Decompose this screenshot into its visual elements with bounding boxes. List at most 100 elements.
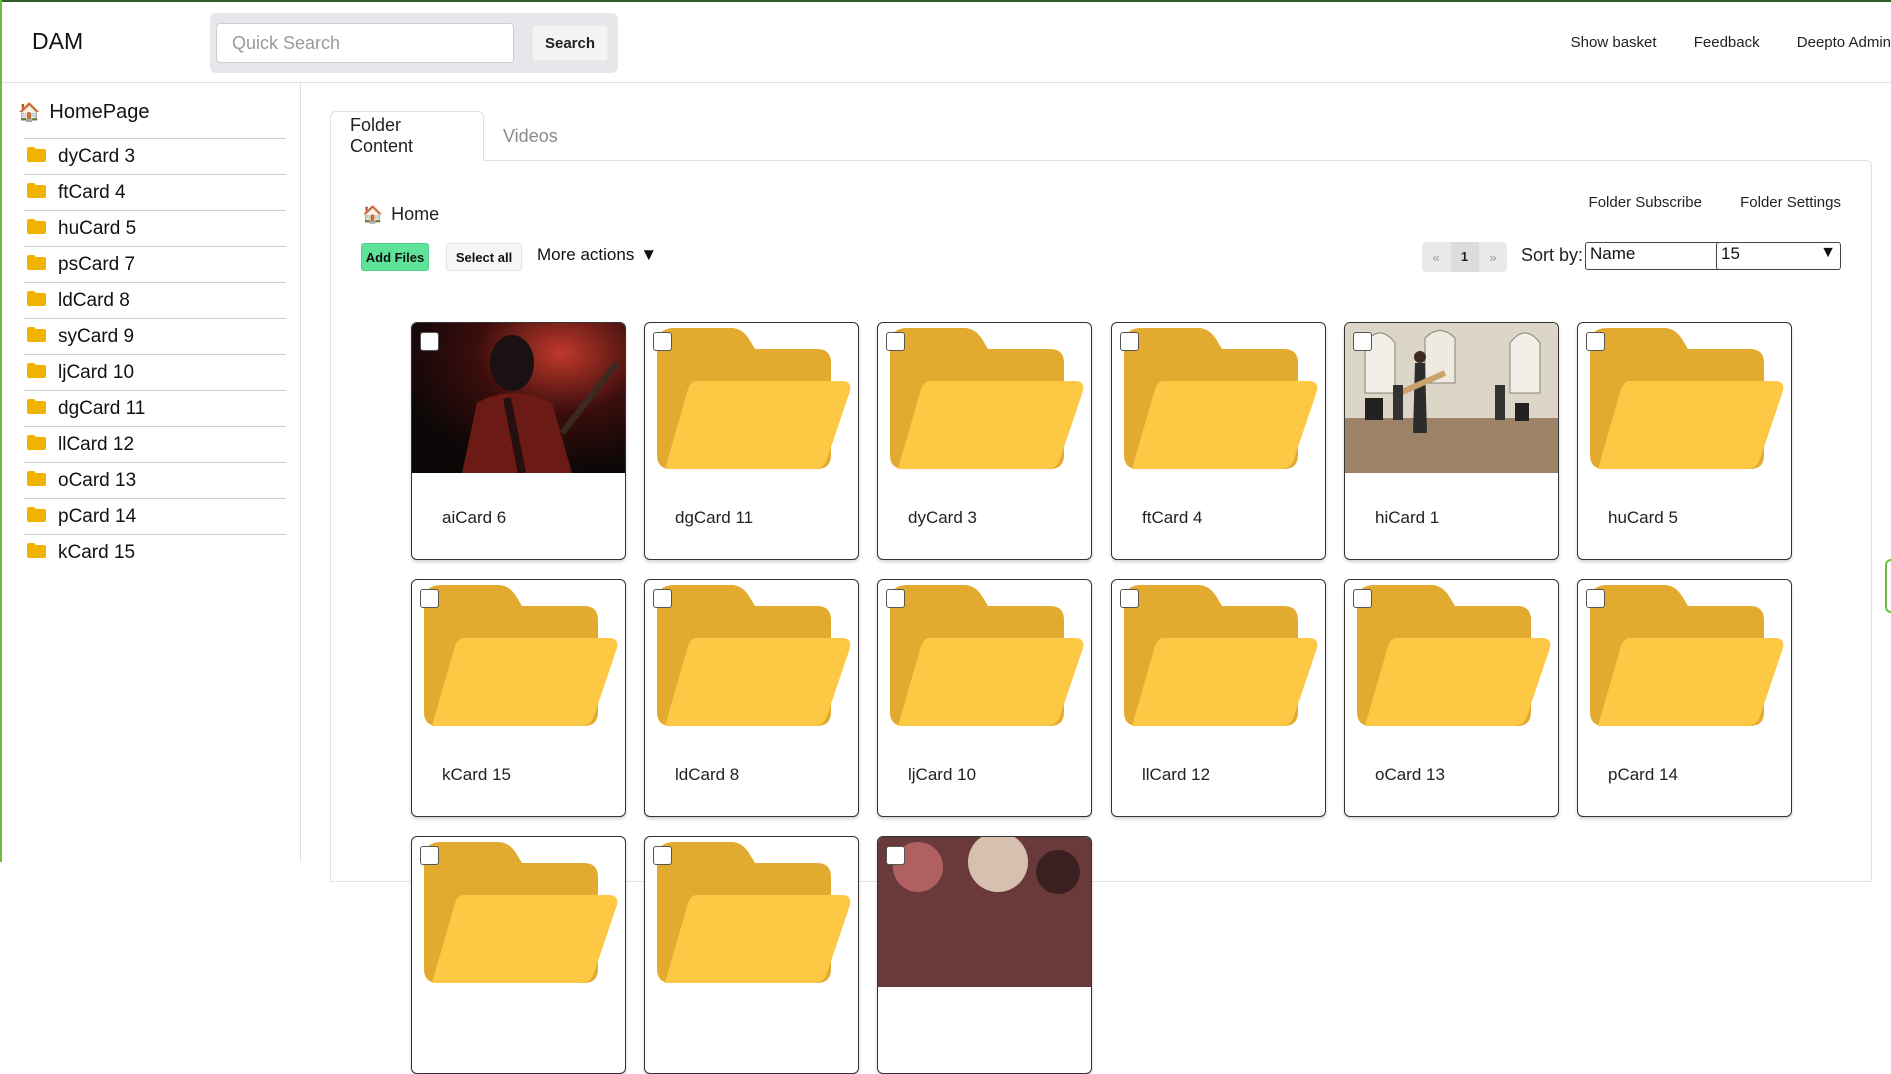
folder-icon (27, 362, 46, 384)
folder-card[interactable] (411, 836, 626, 1074)
folder-icon (27, 254, 46, 276)
card-label: ftCard 4 (1142, 508, 1203, 527)
sidebar-folder-item[interactable]: dgCard 11 (24, 390, 286, 426)
folder-icon (412, 580, 625, 730)
select-checkbox[interactable] (1120, 589, 1139, 608)
select-all-button[interactable]: Select all (446, 243, 522, 271)
folder-icon (27, 290, 46, 312)
select-checkbox[interactable] (1353, 332, 1372, 351)
next-page-button[interactable]: » (1479, 250, 1507, 265)
card-label: pCard 14 (1608, 765, 1678, 784)
sidebar-folder-label: ldCard 8 (58, 289, 130, 311)
select-checkbox[interactable] (653, 589, 672, 608)
folder-card[interactable]: pCard 14 (1577, 579, 1792, 817)
folder-icon (412, 837, 625, 987)
card-label: dgCard 11 (675, 508, 754, 527)
search-bar: Search (210, 13, 618, 73)
select-checkbox[interactable] (653, 846, 672, 865)
select-checkbox[interactable] (886, 332, 905, 351)
select-checkbox[interactable] (420, 846, 439, 865)
select-checkbox[interactable] (1586, 332, 1605, 351)
page-size-select[interactable]: 15 ▼ (1716, 242, 1841, 270)
folder-icon (27, 398, 46, 420)
folder-icon (645, 323, 858, 473)
card-label: llCard 12 (1142, 765, 1211, 784)
sidebar-folder-item[interactable]: dyCard 3 (24, 138, 286, 174)
folder-card[interactable]: ftCard 4 (1111, 322, 1326, 560)
select-checkbox[interactable] (420, 332, 439, 351)
select-checkbox[interactable] (1120, 332, 1139, 351)
sidebar-folder-item[interactable]: pCard 14 (24, 498, 286, 534)
user-menu[interactable]: Deepto Admin (1797, 34, 1891, 51)
select-checkbox[interactable] (886, 589, 905, 608)
sidebar-folder-item[interactable]: kCard 15 (24, 534, 286, 570)
breadcrumb[interactable]: 🏠 Home (362, 204, 439, 225)
tab-folder-content[interactable]: Folder Content (330, 111, 484, 161)
folder-subscribe-link[interactable]: Folder Subscribe (1589, 194, 1702, 211)
sidebar-folder-label: syCard 9 (58, 325, 135, 347)
folder-icon (1578, 323, 1791, 473)
folder-icon (1578, 580, 1791, 730)
asset-card[interactable] (877, 836, 1092, 1074)
folder-icon (27, 470, 46, 492)
folder-icon (878, 580, 1091, 730)
sidebar-folder-item[interactable]: huCard 5 (24, 210, 286, 246)
sidebar-folder-item[interactable]: syCard 9 (24, 318, 286, 354)
search-button[interactable]: Search (532, 25, 608, 61)
card-label: dyCard 3 (908, 508, 977, 527)
sidebar-folder-label: psCard 7 (58, 253, 136, 275)
sidebar-folder-label: kCard 15 (58, 541, 136, 563)
sidebar-folder-label: llCard 12 (58, 433, 135, 455)
search-input[interactable] (216, 23, 514, 63)
select-checkbox[interactable] (1586, 589, 1605, 608)
folder-icon (1112, 323, 1325, 473)
chevron-down-icon: ▼ (1820, 244, 1836, 261)
folder-icon (1345, 580, 1558, 730)
folder-card[interactable]: dyCard 3 (877, 322, 1092, 560)
select-checkbox[interactable] (420, 589, 439, 608)
card-label: huCard 5 (1608, 508, 1678, 527)
folder-card[interactable] (644, 836, 859, 1074)
folder-card[interactable]: huCard 5 (1577, 322, 1792, 560)
sidebar-folder-item[interactable]: ftCard 4 (24, 174, 286, 210)
feedback-link[interactable]: Feedback (1694, 34, 1760, 51)
folder-card[interactable]: llCard 12 (1111, 579, 1326, 817)
card-label: aiCard 6 (442, 508, 507, 527)
asset-card[interactable]: hiCard 1 (1344, 322, 1559, 560)
folder-card[interactable]: dgCard 11 (644, 322, 859, 560)
folder-card[interactable]: ldCard 8 (644, 579, 859, 817)
sidebar-folder-item[interactable]: psCard 7 (24, 246, 286, 282)
folder-card[interactable]: ljCard 10 (877, 579, 1092, 817)
pagination: « 1 » (1422, 242, 1507, 272)
breadcrumb-home[interactable]: Home (391, 204, 439, 225)
brand-logo[interactable]: DAM (32, 28, 83, 55)
sidebar-home-label: HomePage (49, 101, 150, 123)
select-checkbox[interactable] (886, 846, 905, 865)
folder-settings-link[interactable]: Folder Settings (1740, 194, 1841, 211)
caret-down-icon: ▼ (640, 245, 658, 264)
prev-page-button[interactable]: « (1422, 250, 1450, 265)
sidebar-folder-item[interactable]: ljCard 10 (24, 354, 286, 390)
scroll-handle[interactable] (1885, 559, 1891, 613)
sidebar-folder-label: dgCard 11 (58, 397, 146, 419)
asset-card[interactable]: aiCard 6 (411, 322, 626, 560)
select-checkbox[interactable] (1353, 589, 1372, 608)
current-page[interactable]: 1 (1450, 242, 1479, 272)
folder-actions: Folder Subscribe Folder Settings (1555, 194, 1841, 211)
sidebar-folder-item[interactable]: oCard 13 (24, 462, 286, 498)
sort-field-value: Name (1590, 244, 1636, 263)
sidebar-folder-label: dyCard 3 (58, 145, 136, 167)
folder-icon (27, 434, 46, 456)
more-actions-dropdown[interactable]: More actions ▼ (537, 245, 657, 265)
folder-card[interactable]: kCard 15 (411, 579, 626, 817)
thumbnail-image (412, 323, 625, 474)
sidebar-home-link[interactable]: 🏠 HomePage (18, 101, 149, 124)
sidebar-folder-item[interactable]: ldCard 8 (24, 282, 286, 318)
tab-videos[interactable]: Videos (484, 111, 608, 161)
select-checkbox[interactable] (653, 332, 672, 351)
add-files-button[interactable]: Add Files (361, 243, 429, 271)
folder-card[interactable]: oCard 13 (1344, 579, 1559, 817)
show-basket-link[interactable]: Show basket (1571, 34, 1657, 51)
folder-tree: dyCard 3 ftCard 4 huCard 5 psCard 7 ldCard 8… (24, 138, 286, 570)
sidebar-folder-item[interactable]: llCard 12 (24, 426, 286, 462)
